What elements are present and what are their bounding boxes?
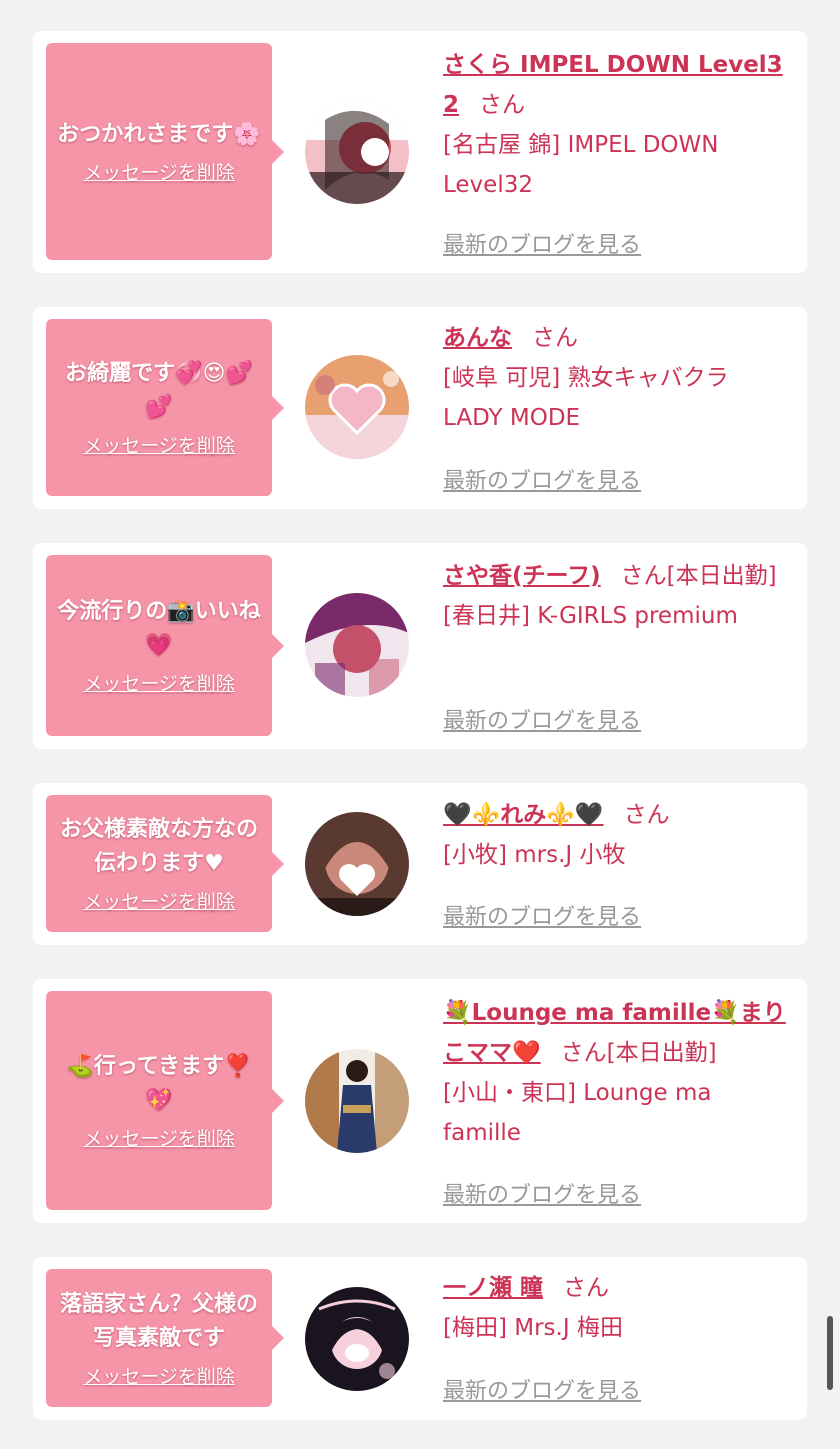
latest-blog-link[interactable]: 最新のブログを見る bbox=[443, 463, 641, 495]
latest-blog-link[interactable]: 最新のブログを見る bbox=[443, 1177, 641, 1209]
girl-name-link[interactable]: 🖤⚜️れみ⚜️🖤 bbox=[443, 802, 604, 828]
work-status: [本日出勤] bbox=[606, 1040, 717, 1066]
message-card: ⛳️行ってきます❣️💖 メッセージを削除 💐Lounge ma famille💐… bbox=[33, 979, 807, 1223]
message-bubble: お父様素敵な方なの伝わります♥ メッセージを削除 bbox=[46, 795, 284, 932]
honorific: さん bbox=[563, 1275, 610, 1301]
heart-photo-avatar-icon[interactable] bbox=[305, 355, 409, 459]
girl-info: 🖤⚜️れみ⚜️🖤 さん [小牧] mrs.J 小牧 bbox=[443, 795, 793, 875]
girl-name-link[interactable]: あんな bbox=[443, 325, 512, 351]
shop-name: [岐阜 可児] 熟女キャバクラ LADY MODE bbox=[443, 365, 729, 431]
girl-info: あんな さん [岐阜 可児] 熟女キャバクラ LADY MODE bbox=[443, 318, 793, 438]
message-text: 落語家さん？父様の写真素敵です bbox=[59, 1291, 258, 1351]
delete-message-link[interactable]: メッセージを削除 bbox=[83, 158, 235, 185]
message-text: お父様素敵な方なの伝わります♥ bbox=[59, 817, 258, 876]
shop-name: [小山・東口] Lounge ma famille bbox=[443, 1080, 712, 1146]
shop-name: [梅田] Mrs.J 梅田 bbox=[443, 1315, 623, 1341]
message-text: ⛳️行ってきます❣️💖 bbox=[66, 1054, 252, 1113]
girl-photo-avatar-icon[interactable] bbox=[305, 1287, 409, 1391]
scrollbar[interactable] bbox=[827, 1316, 833, 1390]
girl-info: さや香(チーフ) さん[本日出勤] [春日井] K-GIRLS premium bbox=[443, 556, 793, 636]
message-bubble: お綺麗です💞😍💕💕 メッセージを削除 bbox=[46, 319, 284, 496]
latest-blog-link[interactable]: 最新のブログを見る bbox=[443, 703, 641, 735]
honorific: さん bbox=[620, 563, 667, 589]
shop-name: [名古屋 錦] IMPEL DOWN Level32 bbox=[443, 132, 719, 198]
girl-info: 一ノ瀬 瞳さん [梅田] Mrs.J 梅田 bbox=[443, 1268, 793, 1348]
message-card: お綺麗です💞😍💕💕 メッセージを削除 あんな さん [岐阜 可児] 熟女キャバクラ… bbox=[33, 307, 807, 509]
delete-message-link[interactable]: メッセージを削除 bbox=[83, 669, 235, 696]
message-bubble: 落語家さん？父様の写真素敵です メッセージを削除 bbox=[46, 1269, 284, 1407]
girl-name-link[interactable]: 一ノ瀬 瞳 bbox=[443, 1275, 543, 1301]
latest-blog-link[interactable]: 最新のブログを見る bbox=[443, 899, 641, 931]
message-card: 落語家さん？父様の写真素敵です メッセージを削除 一ノ瀬 瞳さん [梅田] Mr… bbox=[33, 1257, 807, 1420]
work-status: [本日出勤] bbox=[666, 563, 777, 589]
message-card: 今流行りの📸いいね💗 メッセージを削除 さや香(チーフ) さん[本日出勤] [春日… bbox=[33, 543, 807, 749]
message-bubble: 今流行りの📸いいね💗 メッセージを削除 bbox=[46, 555, 284, 736]
latest-blog-link[interactable]: 最新のブログを見る bbox=[443, 1373, 641, 1405]
girl-info: 💐Lounge ma famille💐まりこママ❤️ さん[本日出勤] [小山・東… bbox=[443, 993, 793, 1153]
delete-message-link[interactable]: メッセージを削除 bbox=[83, 1124, 235, 1151]
honorific: さん bbox=[479, 92, 526, 118]
honorific: さん bbox=[623, 802, 670, 828]
girl-name-link[interactable]: さや香(チーフ) bbox=[443, 563, 601, 589]
message-card: おつかれさまです🌸 メッセージを削除 さくら IMPEL DOWN Level3… bbox=[33, 31, 807, 273]
kimono-photo-avatar-icon[interactable] bbox=[305, 1049, 409, 1153]
girl-photo-avatar-icon[interactable] bbox=[305, 812, 409, 916]
delete-message-link[interactable]: メッセージを削除 bbox=[83, 1362, 235, 1389]
delete-message-link[interactable]: メッセージを削除 bbox=[83, 887, 235, 914]
shop-name: [小牧] mrs.J 小牧 bbox=[443, 842, 626, 868]
latest-blog-link[interactable]: 最新のブログを見る bbox=[443, 227, 641, 259]
honorific: さん bbox=[560, 1040, 607, 1066]
message-bubble: おつかれさまです🌸 メッセージを削除 bbox=[46, 43, 284, 260]
message-text: おつかれさまです🌸 bbox=[57, 122, 261, 147]
message-text: お綺麗です💞😍💕💕 bbox=[65, 361, 253, 420]
girl-info: さくら IMPEL DOWN Level32 さん [名古屋 錦] IMPEL D… bbox=[443, 45, 793, 205]
message-card: お父様素敵な方なの伝わります♥ メッセージを削除 🖤⚜️れみ⚜️🖤 さん [小牧]… bbox=[33, 783, 807, 945]
message-bubble: ⛳️行ってきます❣️💖 メッセージを削除 bbox=[46, 991, 284, 1210]
shop-name: [春日井] K-GIRLS premium bbox=[443, 603, 738, 629]
girl-photo-avatar-icon[interactable] bbox=[305, 593, 409, 697]
girl-photo-avatar-icon[interactable] bbox=[305, 100, 409, 204]
delete-message-link[interactable]: メッセージを削除 bbox=[83, 431, 235, 458]
message-text: 今流行りの📸いいね💗 bbox=[57, 599, 261, 658]
message-list: おつかれさまです🌸 メッセージを削除 さくら IMPEL DOWN Level3… bbox=[0, 0, 840, 1449]
honorific: さん bbox=[532, 325, 578, 351]
